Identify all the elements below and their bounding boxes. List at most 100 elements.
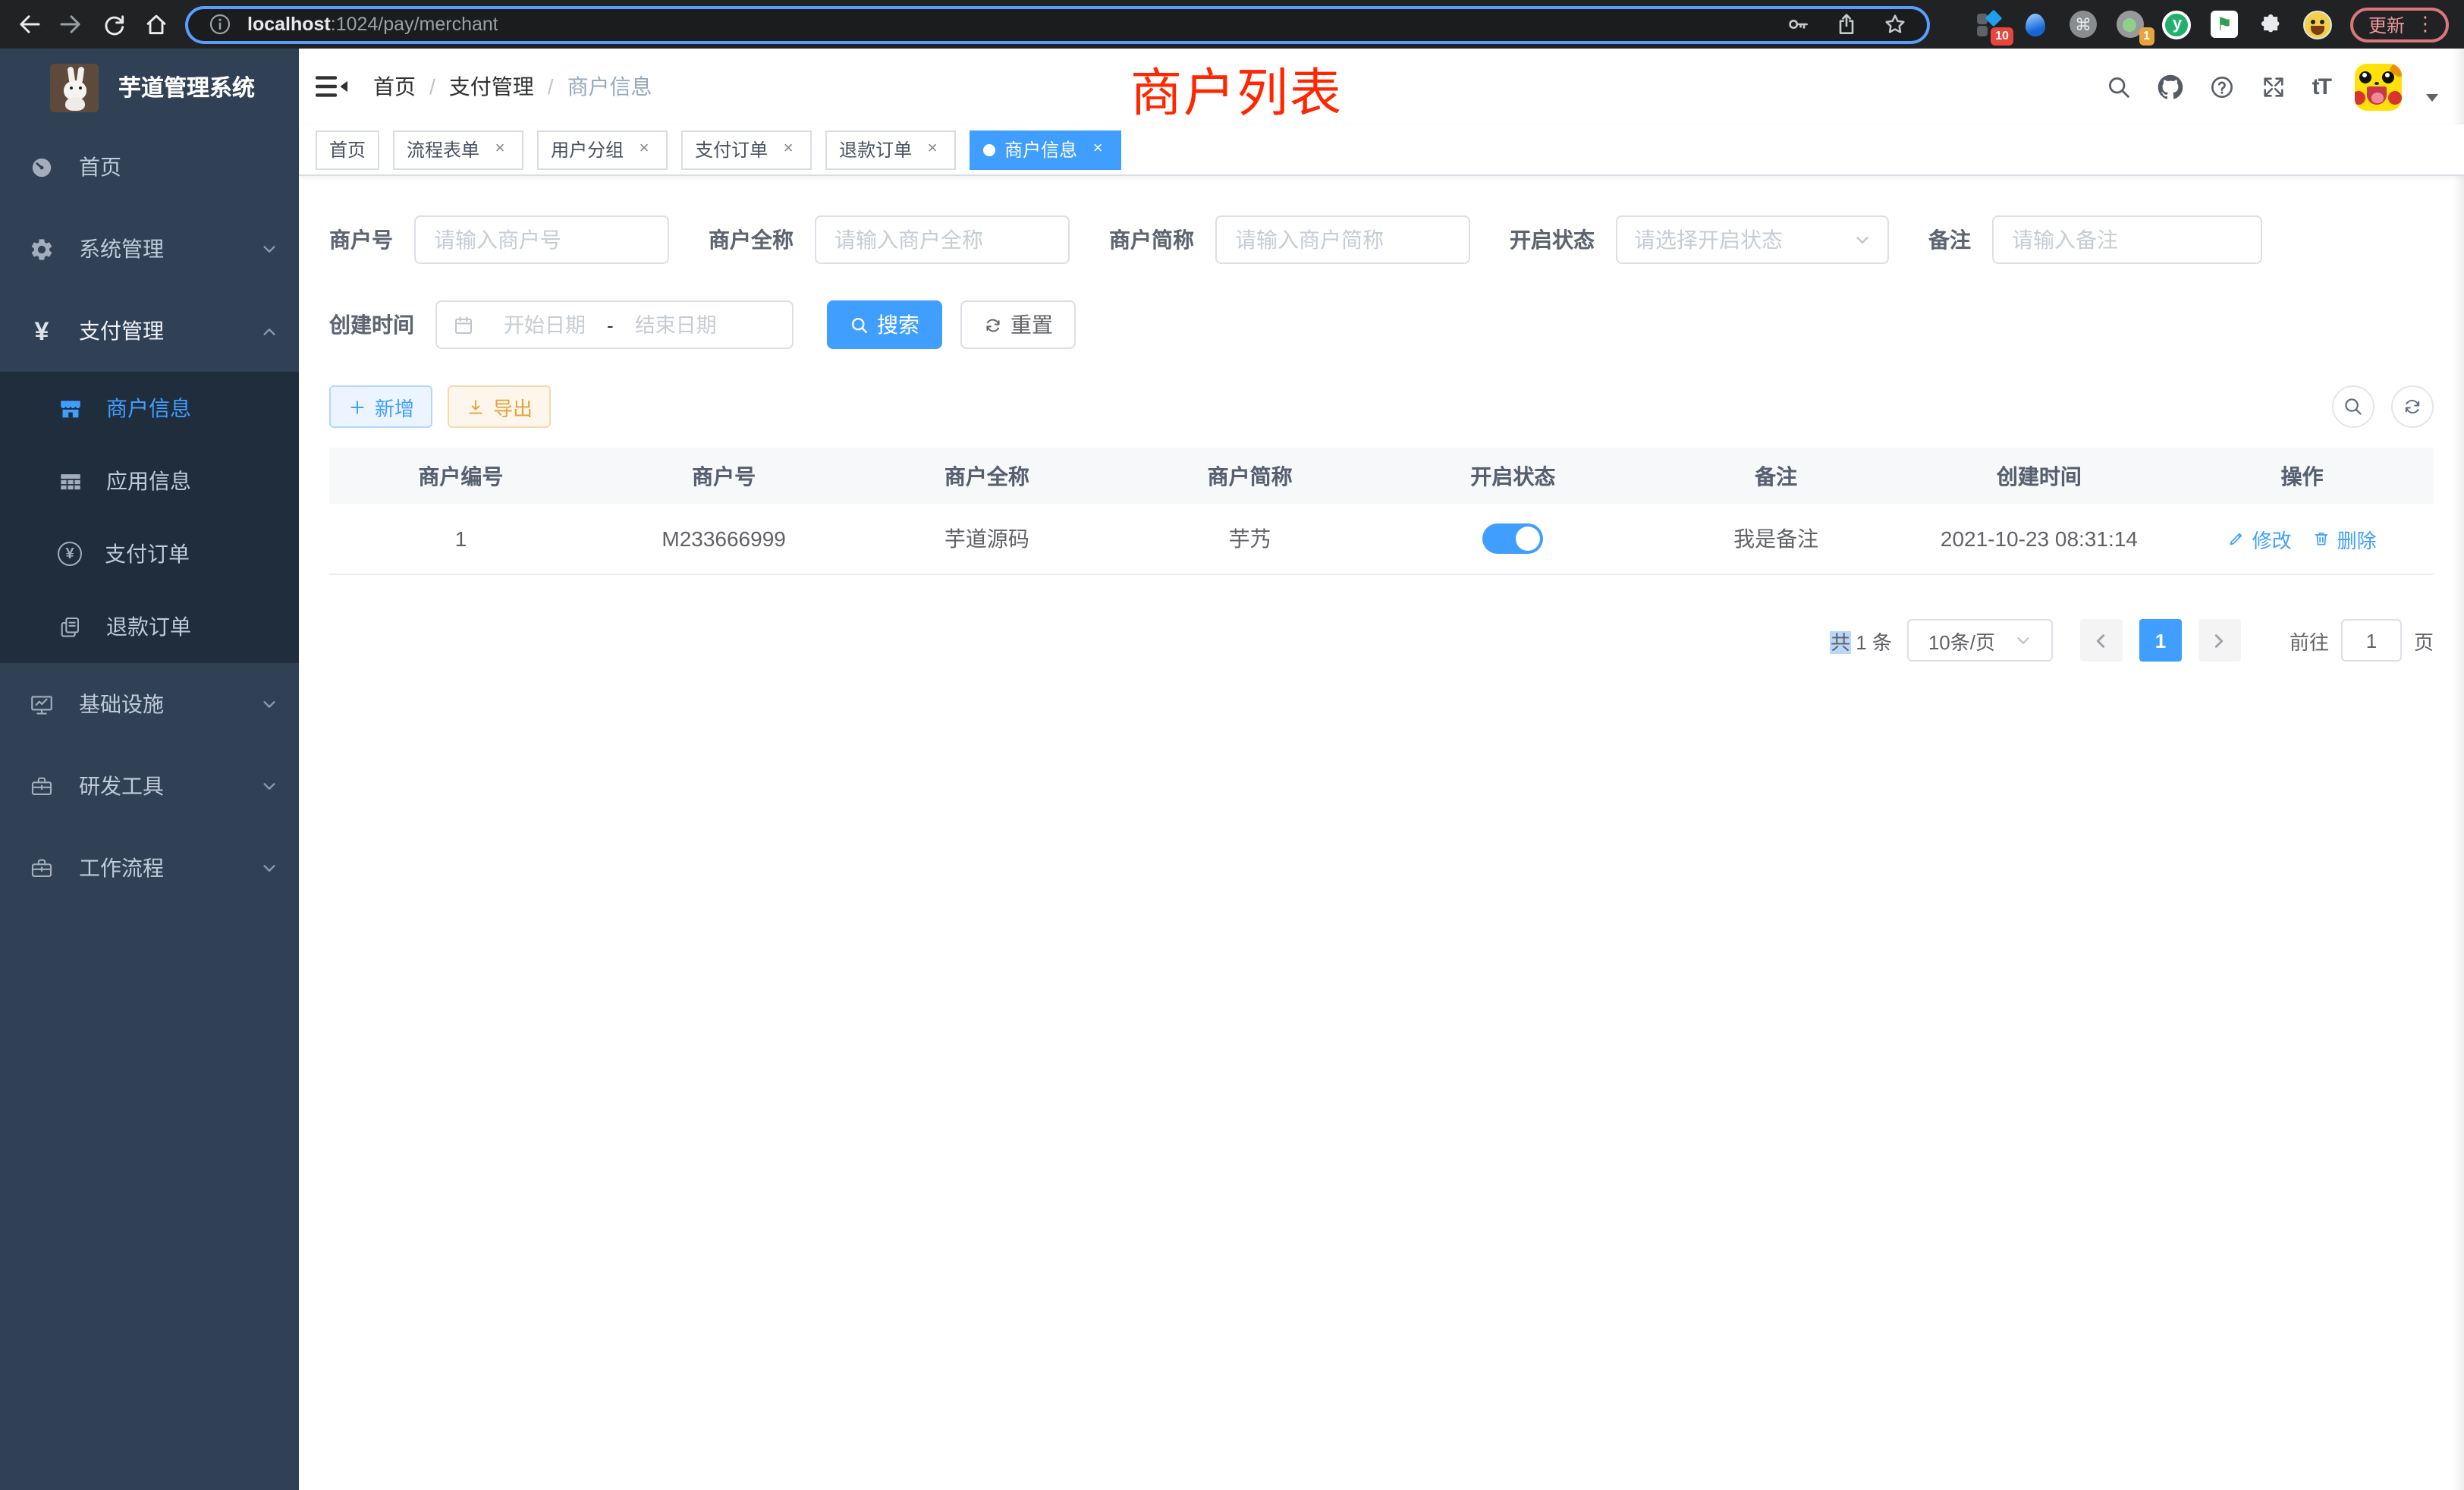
delete-link[interactable]: 删除 — [2313, 524, 2377, 553]
storefront-icon — [58, 395, 83, 421]
export-button-label: 导出 — [493, 392, 533, 421]
refresh-button[interactable] — [2391, 385, 2434, 428]
share-icon[interactable] — [1833, 11, 1860, 38]
status-toggle[interactable] — [1482, 523, 1543, 554]
sidebar-item-system[interactable]: 系统管理 — [0, 208, 299, 290]
short-name-input[interactable] — [1215, 215, 1470, 264]
tab-merchant-info[interactable]: 商户信息 × — [970, 130, 1121, 169]
page-size-select[interactable]: 10条/页 — [1907, 619, 2053, 662]
breadcrumb-section[interactable]: 支付管理 — [449, 71, 534, 102]
close-icon[interactable]: × — [922, 140, 942, 159]
column-header: 商户简称 — [1118, 461, 1381, 491]
add-button[interactable]: 新增 — [329, 385, 432, 428]
sidebar-item-app-info[interactable]: 应用信息 — [0, 445, 299, 517]
column-header: 商户号 — [592, 461, 856, 491]
end-date-input[interactable] — [617, 312, 735, 338]
close-icon[interactable]: × — [778, 140, 798, 159]
password-key-icon[interactable] — [1784, 11, 1812, 38]
sidebar-item-label: 支付订单 — [105, 539, 190, 569]
pagination-total: 共 1 条 — [1831, 626, 1892, 655]
sidebar-item-label: 支付管理 — [79, 316, 164, 346]
sidebar-item-pay-order[interactable]: ¥ 支付订单 — [0, 517, 299, 590]
sidebar-toggle-icon[interactable] — [316, 71, 347, 102]
font-size-icon[interactable]: tT — [2312, 74, 2330, 99]
browser-forward-icon[interactable] — [58, 11, 85, 38]
breadcrumb-home[interactable]: 首页 — [373, 71, 416, 102]
browser-update-button[interactable]: 更新 ⋮ — [2350, 7, 2449, 42]
sidebar-item-home[interactable]: 首页 — [0, 126, 299, 208]
start-date-input[interactable] — [486, 312, 604, 338]
extension-command-icon[interactable]: ⌘ — [2068, 9, 2098, 39]
extensions-puzzle-icon[interactable] — [2256, 9, 2286, 39]
y-glyph: y — [2163, 10, 2192, 39]
sidebar: 芋道管理系统 首页 系统管理 ¥ 支付管理 — [0, 49, 299, 1490]
field-label: 开启状态 — [1510, 225, 1595, 255]
browser-menu-icon[interactable]: ⋮ — [2415, 12, 2435, 36]
yen-glyph: ¥ — [65, 545, 74, 562]
close-icon[interactable]: × — [490, 140, 510, 159]
tab-label: 退款订单 — [839, 137, 912, 162]
fullscreen-icon[interactable] — [2261, 73, 2288, 100]
browser-home-icon[interactable] — [143, 11, 170, 38]
field-label: 商户全称 — [709, 225, 794, 255]
reset-button[interactable]: 重置 — [960, 300, 1076, 349]
close-icon[interactable]: × — [1088, 140, 1108, 159]
tab-refund-order[interactable]: 退款订单 × — [825, 130, 956, 169]
goto-page-input[interactable] — [2341, 619, 2402, 662]
sidebar-item-pay[interactable]: ¥ 支付管理 — [0, 290, 299, 372]
sidebar-item-label: 基础设施 — [79, 689, 164, 719]
browser-back-icon[interactable] — [15, 11, 42, 38]
browser-profile-avatar[interactable] — [2303, 9, 2334, 39]
page-unit-label: 页 — [2414, 626, 2434, 655]
bookmark-star-icon[interactable] — [1881, 11, 1909, 38]
prev-page-button[interactable] — [2080, 619, 2123, 662]
document-copy-icon — [58, 614, 83, 640]
close-icon[interactable]: × — [634, 140, 654, 159]
browser-reload-icon[interactable] — [100, 11, 127, 38]
edit-link[interactable]: 修改 — [2228, 524, 2292, 553]
chevron-down-icon — [261, 696, 278, 712]
tab-pay-order[interactable]: 支付订单 × — [681, 130, 812, 169]
next-page-button[interactable] — [2198, 619, 2241, 662]
tab-process-form[interactable]: 流程表单 × — [393, 130, 523, 169]
extension-flag-icon[interactable]: ⚑ — [2209, 9, 2239, 39]
export-button[interactable]: 导出 — [448, 385, 551, 428]
extension-balloon-icon[interactable] — [2021, 9, 2051, 39]
sidebar-item-infrastructure[interactable]: 基础设施 — [0, 663, 299, 745]
browser-toolbar: localhost:1024/pay/merchant 10 ⌘ — [0, 0, 2464, 49]
status-select[interactable]: 请选择开启状态 — [1616, 215, 1889, 264]
table-toolbar: 新增 导出 — [329, 385, 2434, 428]
github-icon[interactable] — [2158, 73, 2185, 100]
search-button[interactable]: 搜索 — [827, 300, 942, 349]
extension-recorder-icon[interactable]: 1 — [2115, 9, 2145, 39]
avatar-dropdown-caret[interactable] — [2426, 93, 2438, 101]
merchant-no-input[interactable] — [414, 215, 669, 264]
site-info-icon[interactable] — [206, 11, 234, 38]
search-icon[interactable] — [2106, 73, 2133, 100]
hide-search-button[interactable] — [2332, 385, 2374, 428]
sidebar-item-refund-order[interactable]: 退款订单 — [0, 590, 299, 663]
date-range-picker[interactable]: - — [435, 300, 794, 349]
sidebar-item-merchant-info[interactable]: 商户信息 — [0, 372, 299, 445]
app-logo[interactable]: 芋道管理系统 — [0, 49, 299, 126]
current-page[interactable]: 1 — [2139, 619, 2182, 662]
field-status: 开启状态 请选择开启状态 — [1510, 215, 1889, 264]
user-avatar[interactable] — [2355, 63, 2402, 110]
monitor-icon — [29, 691, 55, 717]
extension-blocks-icon[interactable]: 10 — [1974, 9, 2004, 39]
sidebar-item-dev-tools[interactable]: 研发工具 — [0, 745, 299, 827]
main-area: 商户列表 首页 / 支付管理 / 商户信息 — [299, 49, 2464, 1490]
tab-home[interactable]: 首页 — [316, 130, 379, 169]
full-name-input[interactable] — [815, 215, 1070, 264]
extension-y-icon[interactable]: y — [2162, 9, 2192, 39]
field-merchant-no: 商户号 — [329, 215, 669, 264]
tab-label: 流程表单 — [407, 137, 479, 162]
edit-label: 修改 — [2252, 524, 2292, 553]
address-bar[interactable]: localhost:1024/pay/merchant — [185, 5, 1930, 43]
remark-input[interactable] — [1992, 215, 2262, 264]
toolbox-icon — [29, 773, 55, 799]
tab-user-group[interactable]: 用户分组 × — [537, 130, 668, 169]
help-icon[interactable] — [2209, 73, 2236, 100]
tab-label: 商户信息 — [1004, 137, 1077, 162]
sidebar-item-workflow[interactable]: 工作流程 — [0, 827, 299, 909]
